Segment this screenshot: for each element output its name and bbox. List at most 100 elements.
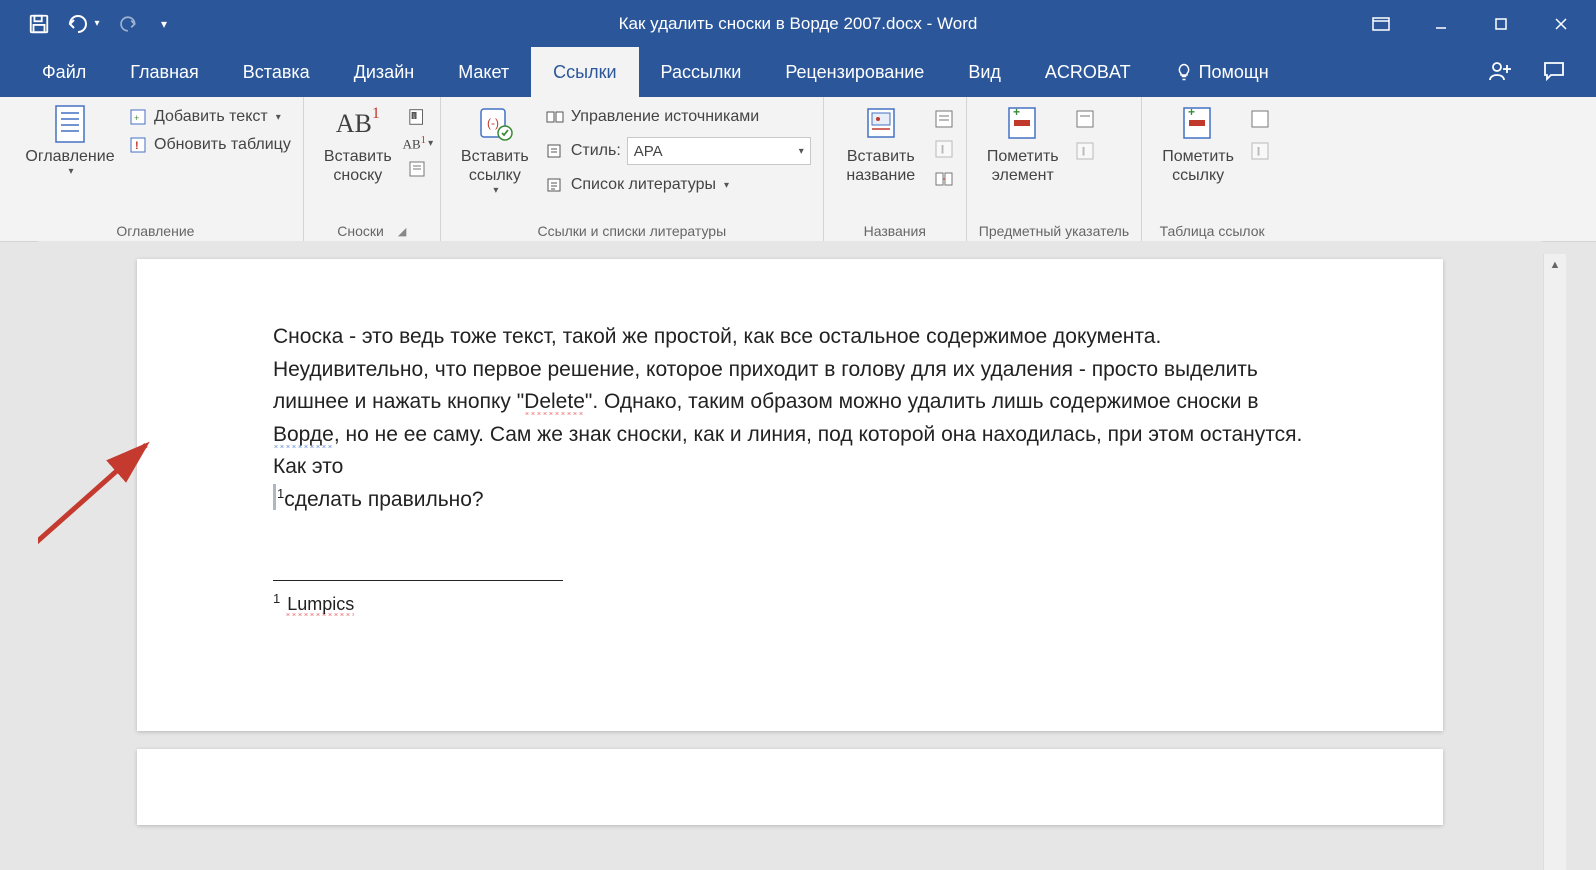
- insert-citation-button[interactable]: (-) Вставить ссылку▾: [453, 103, 537, 197]
- text-cursor: [273, 484, 276, 510]
- tab-file[interactable]: Файл: [20, 47, 108, 97]
- svg-text:(-): (-): [487, 116, 499, 130]
- mark-entry-icon: +: [1002, 103, 1044, 145]
- bibliography-button[interactable]: Список литературы▾: [545, 173, 811, 197]
- toc-button[interactable]: Оглавление ▾: [20, 103, 120, 178]
- caption-icon: [860, 103, 902, 145]
- show-notes-button[interactable]: [408, 159, 428, 179]
- quick-access-toolbar: ▾ ▾: [0, 9, 174, 39]
- footnote-icon: AB1: [337, 103, 379, 145]
- cross-reference-button[interactable]: [934, 169, 954, 189]
- svg-text:+: +: [1013, 105, 1020, 119]
- group-footnotes: AB1 Вставить сноску [i] AB1▾ Сноски ◢: [304, 97, 441, 241]
- minimize-button[interactable]: [1412, 4, 1470, 44]
- window-controls: [1352, 4, 1596, 44]
- svg-text:+: +: [134, 113, 139, 123]
- mark-entry-label: Пометить элемент: [987, 147, 1059, 185]
- tab-home[interactable]: Главная: [108, 47, 221, 97]
- manage-sources-button[interactable]: Управление источниками: [545, 105, 811, 129]
- citation-icon: (-): [474, 103, 516, 145]
- manage-sources-label: Управление источниками: [571, 108, 759, 126]
- next-footnote-button[interactable]: AB1▾: [408, 133, 428, 153]
- group-index: + Пометить элемент ! Предметный указател…: [967, 97, 1142, 241]
- update-table-label: Обновить таблицу: [154, 136, 291, 154]
- update-index-button[interactable]: !: [1075, 141, 1095, 161]
- qat-customize-button[interactable]: ▾: [154, 9, 174, 39]
- scroll-up-button[interactable]: ▲: [1544, 254, 1566, 276]
- bibliography-icon: [545, 175, 565, 195]
- mark-entry-button[interactable]: + Пометить элемент: [979, 103, 1067, 185]
- update-table-button[interactable]: ! Обновить таблицу: [128, 133, 291, 157]
- vertical-scrollbar[interactable]: ▲: [1543, 254, 1566, 870]
- group-citations: (-) Вставить ссылку▾ Управление источник…: [441, 97, 824, 241]
- footnote-number: 1: [273, 591, 280, 606]
- insert-endnote-button[interactable]: [i]: [408, 107, 428, 127]
- toc-label: Оглавление: [25, 147, 114, 166]
- tab-insert[interactable]: Вставка: [221, 47, 332, 97]
- tell-me-button[interactable]: Помощн: [1153, 47, 1291, 97]
- style-dropdown[interactable]: APA ▾: [627, 137, 811, 165]
- insert-table-of-figures-button[interactable]: [934, 109, 954, 129]
- para-delete-word: Delete: [524, 390, 585, 415]
- mark-citation-label: Пометить ссылку: [1162, 147, 1234, 185]
- insert-index-button[interactable]: [1075, 109, 1095, 129]
- footnotes-dialog-launcher[interactable]: ◢: [390, 225, 406, 238]
- group-captions: Вставить название ! Названия: [824, 97, 967, 241]
- footnote-text: Lumpics: [285, 594, 354, 616]
- mark-citation-button[interactable]: + Пометить ссылку: [1154, 103, 1242, 185]
- document-page-1[interactable]: Сноска - это ведь тоже текст, такой же п…: [137, 259, 1443, 731]
- para-frag-2: ". Однако, таким образом можно удалить л…: [585, 390, 1259, 413]
- share-button[interactable]: [1488, 59, 1512, 86]
- ribbon-display-button[interactable]: [1352, 4, 1410, 44]
- group-captions-label: Названия: [836, 221, 954, 239]
- style-label: Стиль:: [571, 142, 621, 160]
- document-paragraph[interactable]: Сноска - это ведь тоже текст, такой же п…: [273, 321, 1307, 516]
- group-toc-label: Оглавление: [20, 221, 291, 239]
- tab-design[interactable]: Дизайн: [332, 47, 437, 97]
- add-text-button[interactable]: + Добавить текст▾: [128, 105, 291, 129]
- maximize-button[interactable]: [1472, 4, 1530, 44]
- svg-text:!: !: [1082, 146, 1085, 158]
- para-vorde-word: Ворде: [273, 423, 334, 448]
- document-page-2[interactable]: [137, 749, 1443, 825]
- save-button[interactable]: [22, 9, 56, 39]
- svg-text:!: !: [1257, 146, 1260, 158]
- group-citations-label: Ссылки и списки литературы: [453, 221, 811, 239]
- comments-button[interactable]: [1542, 60, 1566, 85]
- insert-caption-button[interactable]: Вставить название: [836, 103, 926, 185]
- tab-acrobat[interactable]: ACROBAT: [1023, 47, 1153, 97]
- footnote-entry[interactable]: 1 Lumpics: [273, 581, 1307, 615]
- bibliography-label: Список литературы: [571, 176, 716, 194]
- close-button[interactable]: [1532, 4, 1590, 44]
- document-area[interactable]: Сноска - это ведь тоже текст, такой же п…: [38, 241, 1542, 870]
- redo-button[interactable]: [110, 9, 144, 39]
- para-frag-4: сделать правильно?: [284, 488, 483, 511]
- update-table-of-figures-button[interactable]: !: [934, 139, 954, 159]
- style-icon: [545, 141, 565, 161]
- group-index-label: Предметный указатель: [979, 221, 1129, 239]
- svg-text:[i]: [i]: [411, 112, 416, 119]
- tab-references[interactable]: Ссылки: [531, 47, 638, 97]
- style-selector[interactable]: Стиль: APA ▾: [545, 135, 811, 167]
- tab-view[interactable]: Вид: [946, 47, 1023, 97]
- tab-mailings[interactable]: Рассылки: [639, 47, 764, 97]
- group-toc: Оглавление ▾ + Добавить текст▾ ! Обновит…: [8, 97, 304, 241]
- svg-text:+: +: [1188, 105, 1195, 119]
- tab-review[interactable]: Рецензирование: [763, 47, 946, 97]
- svg-text:!: !: [135, 140, 139, 152]
- tell-me-label: Помощн: [1199, 62, 1269, 83]
- insert-toa-button[interactable]: [1250, 109, 1270, 129]
- toc-icon: [49, 103, 91, 145]
- para-frag-3: , но не ее саму. Сам же знак сноски, как…: [273, 423, 1302, 479]
- style-value: APA: [634, 143, 663, 160]
- footnote-ab-label: AB: [336, 108, 372, 139]
- undo-button[interactable]: ▾: [66, 9, 100, 39]
- manage-sources-icon: [545, 107, 565, 127]
- svg-text:!: !: [941, 144, 944, 156]
- mark-citation-icon: +: [1177, 103, 1219, 145]
- insert-footnote-button[interactable]: AB1 Вставить сноску: [316, 103, 400, 185]
- annotation-arrow: [38, 427, 171, 557]
- tab-layout[interactable]: Макет: [436, 47, 531, 97]
- insert-citation-label: Вставить ссылку: [461, 147, 529, 185]
- update-toa-button[interactable]: !: [1250, 141, 1270, 161]
